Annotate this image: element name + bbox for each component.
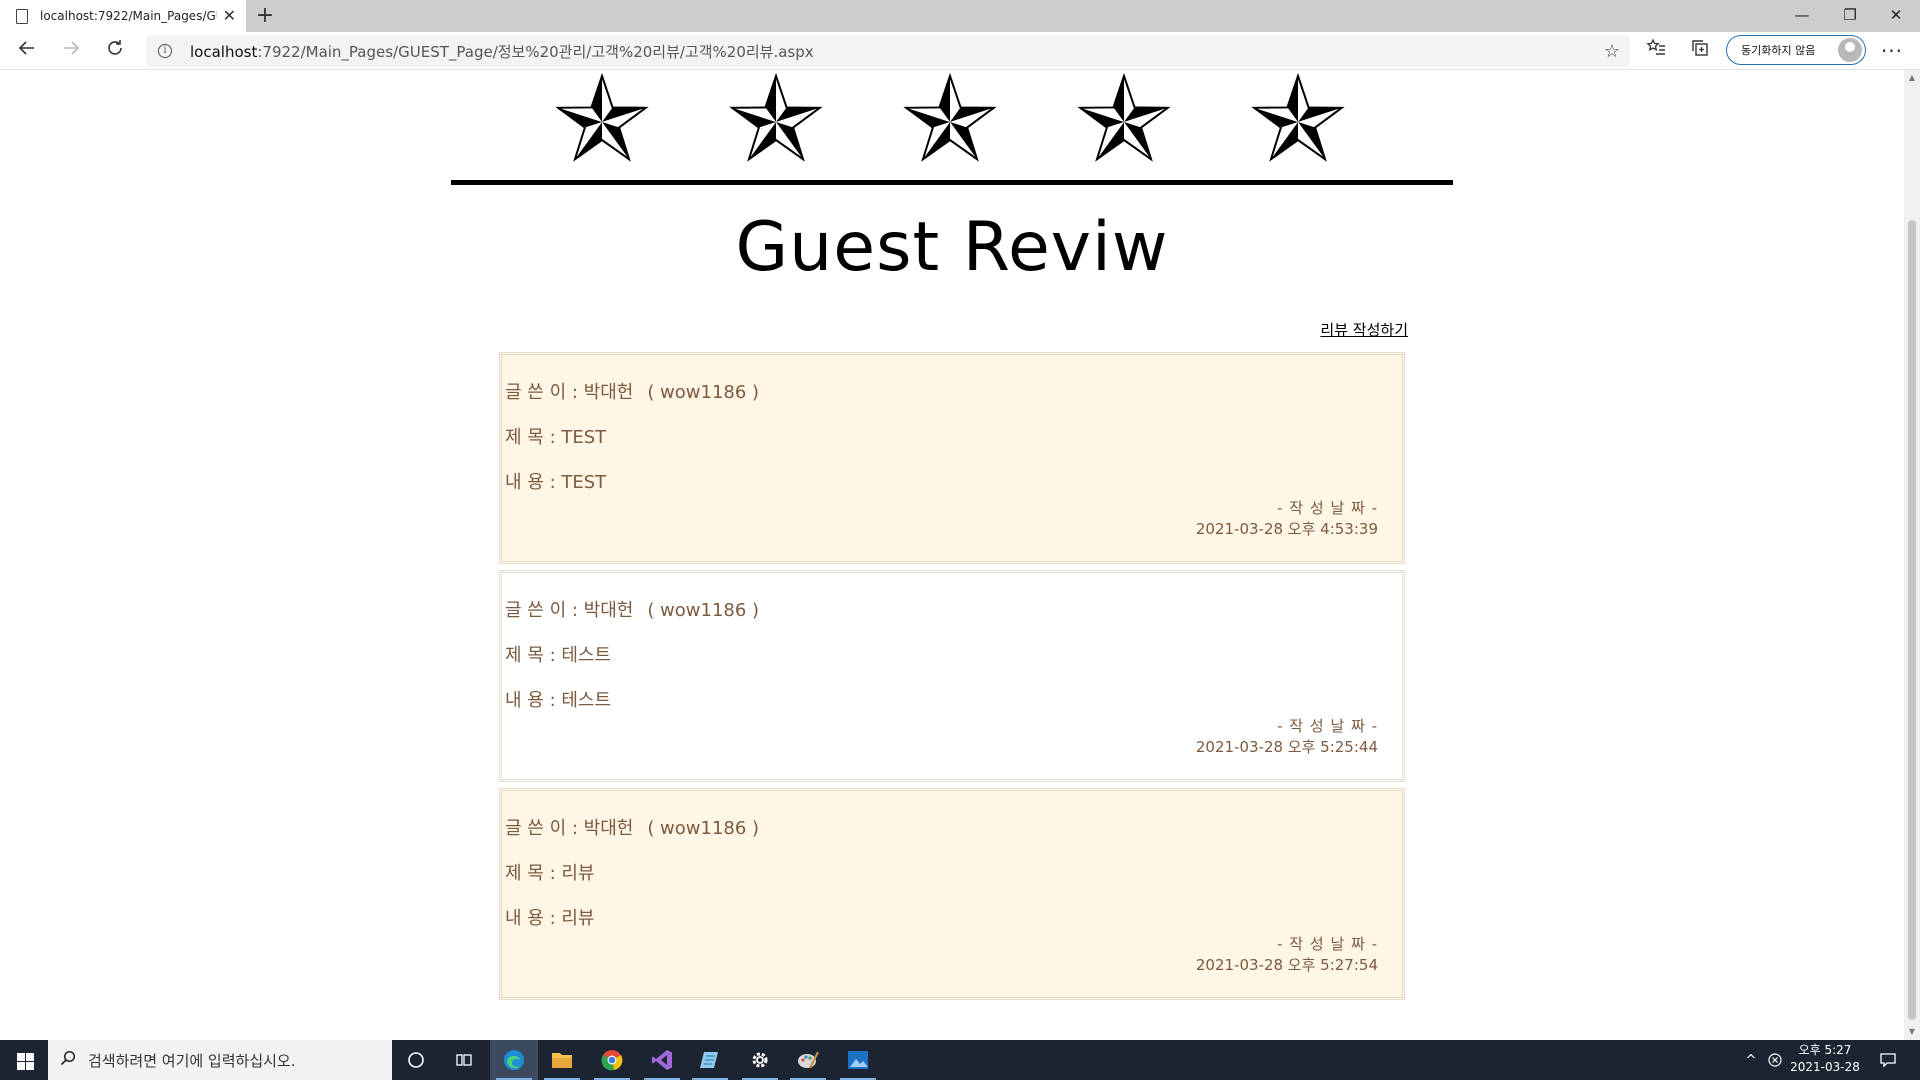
title-divider xyxy=(451,180,1453,185)
rating-star-icon xyxy=(1248,70,1348,166)
review-subject: 제 목 : 테스트 xyxy=(505,645,612,666)
review-subject: 제 목 : TEST xyxy=(505,427,607,448)
visual-studio-icon[interactable] xyxy=(638,1040,686,1080)
review-date: 2021-03-28 오후 4:53:39 xyxy=(1195,520,1378,538)
rating-star-icon xyxy=(900,70,1000,166)
clock-date: 2021-03-28 xyxy=(1790,1060,1860,1074)
page-viewport: Guest Reviw 리뷰 작성하기 글 쓴 이 : 박대헌( wow1186… xyxy=(0,70,1904,1040)
tab-close-icon[interactable]: ✕ xyxy=(223,8,236,24)
minimize-button[interactable]: — xyxy=(1780,0,1824,32)
review-content: 내 용 : 리뷰 xyxy=(505,908,595,929)
restore-button[interactable]: ❐ xyxy=(1828,0,1872,32)
review-subject: 제 목 : 리뷰 xyxy=(505,863,595,884)
more-icon[interactable]: ··· xyxy=(1878,38,1906,66)
notepad-icon[interactable] xyxy=(686,1040,734,1080)
review-user-id: ( wow1186 ) xyxy=(647,818,760,839)
tab-title: localhost:7922/Main_Pages/GUES xyxy=(40,9,217,23)
review-date: 2021-03-28 오후 5:27:54 xyxy=(1195,956,1378,974)
window-close-button[interactable]: ✕ xyxy=(1874,0,1918,32)
windows-start-icon[interactable] xyxy=(0,1040,48,1080)
review-date: 2021-03-28 오후 5:25:44 xyxy=(1195,738,1378,756)
new-tab-button[interactable]: + xyxy=(252,2,278,30)
clock-time: 오후 5:27 xyxy=(1798,1043,1852,1057)
page-icon xyxy=(16,8,28,24)
taskbar-search[interactable]: 검색하려면 여기에 입력하십시오. xyxy=(48,1040,392,1080)
system-clock[interactable]: 오후 5:27 2021-03-28 xyxy=(1782,1042,1868,1076)
tab-strip: localhost:7922/Main_Pages/GUES ✕ + — ❐ ✕ xyxy=(0,0,1920,32)
review-card: 글 쓴 이 : 박대헌( wow1186 ) 제 목 : 테스트 내 용 : 테… xyxy=(499,570,1405,782)
browser-toolbar: i localhost:7922/Main_Pages/GUEST_Page/정… xyxy=(0,32,1920,70)
chevron-up-icon[interactable]: ^ xyxy=(1740,1040,1762,1080)
avatar xyxy=(1838,38,1862,62)
url-text: localhost:7922/Main_Pages/GUEST_Page/정보%… xyxy=(190,42,814,61)
edge-icon[interactable] xyxy=(490,1040,538,1080)
scroll-down-icon[interactable]: ▼ xyxy=(1904,1024,1920,1040)
settings-icon[interactable] xyxy=(736,1040,784,1080)
review-content: 내 용 : TEST xyxy=(505,472,607,493)
cortana-icon[interactable] xyxy=(392,1040,440,1080)
file-explorer-icon[interactable] xyxy=(538,1040,586,1080)
review-user-id: ( wow1186 ) xyxy=(647,382,760,403)
review-user-id: ( wow1186 ) xyxy=(647,600,760,621)
photos-icon[interactable] xyxy=(834,1040,882,1080)
forward-arrow-icon[interactable] xyxy=(56,37,86,67)
scroll-up-icon[interactable]: ▲ xyxy=(1904,70,1920,86)
review-content: 내 용 : 테스트 xyxy=(505,690,612,711)
rating-stars xyxy=(552,70,1345,170)
rating-star-icon xyxy=(726,70,826,166)
back-arrow-icon[interactable] xyxy=(12,37,42,67)
scroll-thumb[interactable] xyxy=(1908,220,1916,1020)
review-author: 글 쓴 이 : 박대헌( wow1186 ) xyxy=(505,818,760,839)
search-placeholder: 검색하려면 여기에 입력하십시오. xyxy=(88,1051,296,1070)
info-icon[interactable]: i xyxy=(158,44,172,58)
search-icon xyxy=(60,1050,76,1071)
refresh-icon[interactable] xyxy=(100,37,130,67)
taskbar: 검색하려면 여기에 입력하십시오. ^ 오후 5:27 2021-03-28 xyxy=(0,1040,1920,1080)
sync-label: 동기화하지 않음 xyxy=(1741,44,1816,57)
vertical-scrollbar[interactable]: ▲ ▼ xyxy=(1904,70,1920,1040)
task-view-icon[interactable] xyxy=(440,1040,488,1080)
address-bar[interactable]: i localhost:7922/Main_Pages/GUEST_Page/정… xyxy=(146,35,1630,67)
review-date-label: - 작 성 날 짜 - xyxy=(1277,499,1378,517)
profile-sync-button[interactable]: 동기화하지 않음 xyxy=(1726,35,1866,65)
review-card: 글 쓴 이 : 박대헌( wow1186 ) 제 목 : TEST 내 용 : … xyxy=(499,352,1405,564)
write-review-link[interactable]: 리뷰 작성하기 xyxy=(1320,319,1408,340)
page-title: Guest Reviw xyxy=(735,208,1169,287)
review-author: 글 쓴 이 : 박대헌( wow1186 ) xyxy=(505,382,760,403)
review-author: 글 쓴 이 : 박대헌( wow1186 ) xyxy=(505,600,760,621)
rating-star-icon xyxy=(1074,70,1174,166)
rating-star-icon xyxy=(552,70,652,166)
review-date-label: - 작 성 날 짜 - xyxy=(1277,935,1378,953)
review-card: 글 쓴 이 : 박대헌( wow1186 ) 제 목 : 리뷰 내 용 : 리뷰… xyxy=(499,788,1405,1000)
review-date-label: - 작 성 날 짜 - xyxy=(1277,717,1378,735)
notification-icon[interactable] xyxy=(1868,1040,1908,1080)
chrome-icon[interactable] xyxy=(588,1040,636,1080)
favorites-icon[interactable] xyxy=(1642,38,1670,66)
browser-tab[interactable]: localhost:7922/Main_Pages/GUES ✕ xyxy=(0,0,246,32)
star-outline-icon[interactable]: ☆ xyxy=(1604,41,1620,62)
paint-icon[interactable] xyxy=(784,1040,832,1080)
collections-icon[interactable] xyxy=(1686,38,1714,66)
